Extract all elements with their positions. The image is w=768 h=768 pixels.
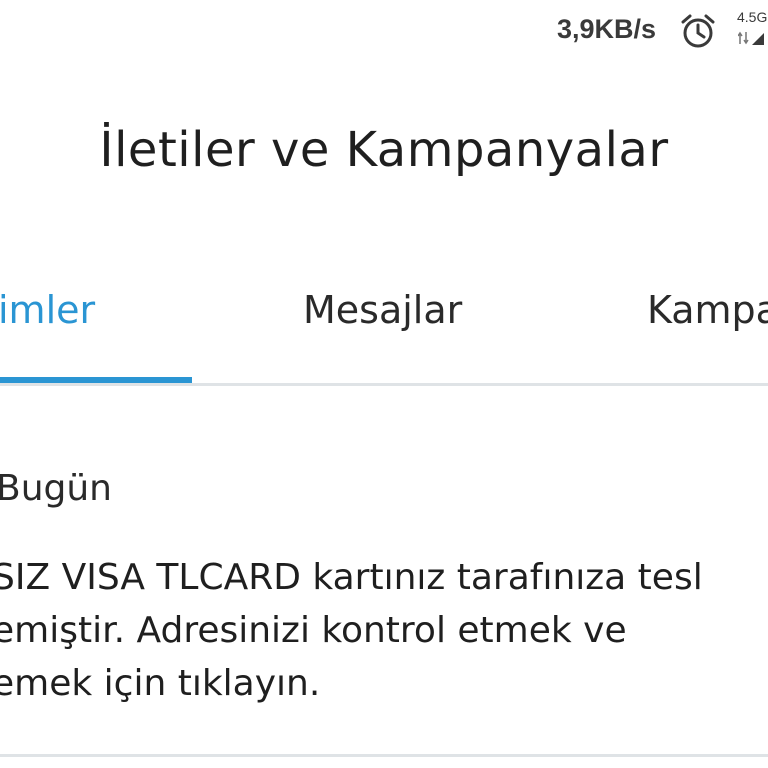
- alarm-clock-icon: [681, 14, 715, 48]
- notification-text-line: SIZ VISA TLCARD kartınız tarafınıza tesl: [0, 557, 703, 598]
- tab-bar: imler Mesajlar Kampa: [0, 250, 768, 386]
- network-speed: 3,9KB/s: [557, 14, 657, 44]
- page-title: İletiler ve Kampanyalar: [99, 122, 669, 178]
- network-type: 4.5G: [737, 9, 768, 25]
- date-section-header: Bugün: [0, 468, 112, 509]
- notification-text-line: emek için tıklayın.: [0, 663, 321, 704]
- list-divider: [0, 754, 768, 757]
- status-bar: 3,9KB/s 4.5G: [0, 0, 768, 64]
- tabs-divider: [0, 383, 768, 386]
- tab-bildirimler[interactable]: imler: [0, 288, 95, 332]
- notification-text-line: emiştir. Adresinizi kontrol etmek ve: [0, 610, 627, 651]
- tab-mesajlar[interactable]: Mesajlar: [303, 288, 462, 332]
- tab-kampanyalar[interactable]: Kampa: [647, 288, 768, 332]
- signal-icon: [738, 31, 764, 45]
